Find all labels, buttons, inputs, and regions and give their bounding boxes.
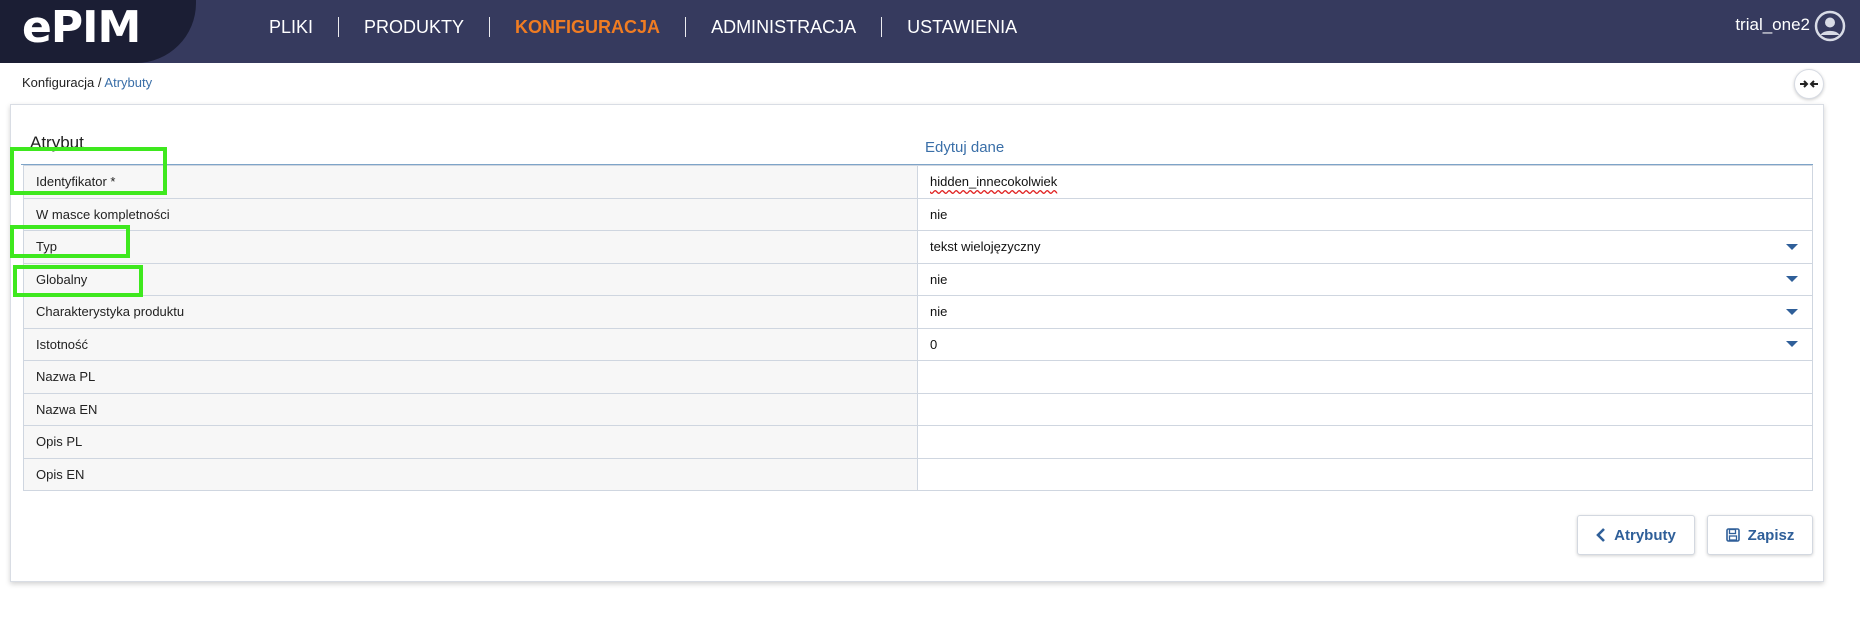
caret-down-icon[interactable] — [1786, 276, 1798, 283]
field-value: hidden_innecokolwiek — [930, 174, 1058, 190]
save-button-label: Zapisz — [1747, 526, 1795, 544]
field-label: Opis EN — [23, 457, 918, 491]
form-row: Globalny nie — [23, 262, 1813, 296]
field-select[interactable]: nie — [917, 262, 1813, 296]
field-select[interactable]: nie — [917, 295, 1813, 329]
field-value: nie — [930, 304, 948, 320]
field-value: 0 — [930, 336, 938, 352]
caret-down-icon[interactable] — [1786, 243, 1798, 250]
main-nav: PLIKI PRODUKTY KONFIGURACJA ADMINISTRACJ… — [244, 0, 1042, 53]
user-name[interactable]: trial_one2 — [1735, 14, 1810, 36]
attribute-panel: Atrybut Edytuj dane Identyfikator * hidde… — [10, 104, 1824, 582]
highlight-typ — [10, 225, 130, 258]
nav-item-produkty[interactable]: PRODUKTY — [339, 17, 489, 37]
breadcrumb-root[interactable]: Konfiguracja — [22, 75, 94, 90]
highlight-globalny — [13, 265, 143, 297]
user-circle-icon[interactable] — [1814, 10, 1846, 42]
field-value: nie — [930, 206, 948, 222]
form-row: Nazwa EN — [23, 392, 1813, 426]
nav-item-administracja[interactable]: ADMINISTRACJA — [686, 17, 881, 37]
nav-divider — [881, 16, 883, 37]
back-button-label: Atrybuty — [1614, 526, 1676, 544]
collapse-button[interactable] — [1794, 69, 1824, 99]
breadcrumb: Konfiguracja / Atrybuty — [22, 75, 152, 90]
field-label: Nazwa EN — [23, 392, 918, 426]
form-row: Istotność 0 — [23, 327, 1813, 361]
field-label: Opis PL — [23, 425, 918, 459]
field-input[interactable]: hidden_innecokolwiek — [917, 165, 1813, 199]
edit-data-heading: Edytuj dane — [925, 139, 1005, 156]
form-row: W masce kompletności nie — [23, 197, 1813, 231]
field-select[interactable]: tekst wielojęzyczny — [917, 230, 1813, 264]
field-value: tekst wielojęzyczny — [930, 239, 1041, 255]
field-label: Nazwa PL — [23, 360, 918, 394]
collapse-arrows-icon — [1800, 80, 1818, 88]
save-button[interactable]: Zapisz — [1707, 515, 1813, 555]
field-label: W masce kompletności — [23, 197, 918, 231]
form-row: Opis PL — [23, 425, 1813, 459]
nav-item-konfiguracja[interactable]: KONFIGURACJA — [490, 17, 685, 37]
logo-area[interactable]: ePIM — [0, 0, 196, 63]
field-label: Charakterystyka produktu — [23, 295, 918, 329]
caret-down-icon[interactable] — [1786, 341, 1798, 348]
form-row: Charakterystyka produktu nie — [23, 295, 1813, 329]
field-input[interactable] — [917, 457, 1813, 491]
form-row: Typ tekst wielojęzyczny — [23, 230, 1813, 264]
field-input[interactable]: nie — [917, 197, 1813, 231]
attribute-form-table: Identyfikator * hidden_innecokolwiek W mas… — [23, 165, 1813, 491]
form-row: Nazwa PL — [23, 360, 1813, 394]
nav-item-ustawienia[interactable]: USTAWIENIA — [882, 17, 1042, 37]
field-value: nie — [930, 271, 948, 287]
back-to-attributes-button[interactable]: Atrybuty — [1577, 515, 1695, 555]
form-row: Opis EN — [23, 457, 1813, 491]
form-row: Identyfikator * hidden_innecokolwiek — [23, 165, 1813, 199]
nav-divider — [489, 16, 491, 37]
highlight-identyfikator — [10, 147, 167, 195]
floppy-disk-icon — [1725, 528, 1740, 542]
field-label: Globalny — [23, 262, 918, 296]
field-input[interactable] — [917, 360, 1813, 394]
field-label: Typ — [23, 230, 918, 264]
nav-divider — [685, 16, 687, 37]
field-select[interactable]: 0 — [917, 327, 1813, 361]
nav-item-pliki[interactable]: PLIKI — [244, 17, 338, 37]
field-input[interactable] — [917, 425, 1813, 459]
caret-down-icon[interactable] — [1786, 308, 1798, 315]
chevron-left-icon — [1596, 528, 1606, 542]
logo[interactable]: ePIM — [22, 6, 141, 50]
field-label: Istotność — [23, 327, 918, 361]
field-input[interactable] — [917, 392, 1813, 426]
top-navbar: ePIM PLIKI PRODUKTY KONFIGURACJA ADMINIS… — [0, 0, 1860, 63]
nav-divider — [338, 16, 340, 37]
breadcrumb-separator: / — [94, 75, 105, 90]
breadcrumb-current[interactable]: Atrybuty — [104, 75, 152, 90]
